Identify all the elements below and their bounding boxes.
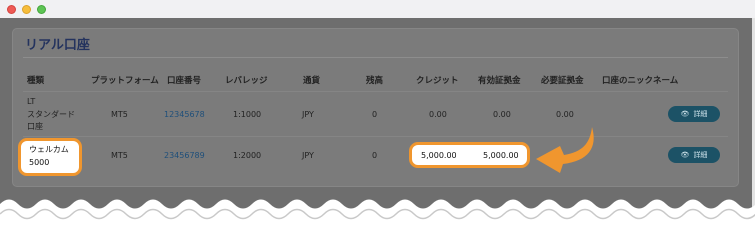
column-header-leverage: レバレッジ	[225, 76, 268, 86]
row-currency: JPY	[302, 151, 314, 160]
row-equity: 0.00	[493, 110, 511, 119]
eye-icon: 👁	[680, 110, 690, 118]
row-balance: 0	[372, 110, 378, 119]
header-divider	[23, 91, 728, 92]
row-leverage: 1:1000	[233, 110, 262, 119]
row-credit: 5,000.00	[421, 151, 457, 160]
close-window-button[interactable]	[7, 5, 16, 14]
row-divider	[23, 136, 728, 137]
panel-divider	[23, 57, 728, 58]
account-type-highlight: ウェルカム 5000	[18, 138, 82, 176]
row-leverage: 1:2000	[233, 151, 262, 160]
details-button-label: 詳細	[693, 151, 708, 159]
app-window: リアル口座 種類 プラットフォーム 口座番号 レバレッジ 通貨 残高 クレジット…	[0, 0, 755, 240]
row-balance: 0	[372, 151, 378, 160]
column-header-platform: プラットフォーム	[91, 76, 159, 86]
row-type-line: LT	[27, 97, 36, 106]
row-account-number-link[interactable]: 12345678	[164, 110, 205, 119]
row-credit: 0.00	[429, 110, 447, 119]
real-accounts-panel: リアル口座 種類 プラットフォーム 口座番号 レバレッジ 通貨 残高 クレジット…	[12, 28, 739, 187]
minimize-window-button[interactable]	[22, 5, 31, 14]
row-account-number-link[interactable]: 23456789	[164, 151, 205, 160]
row-required-margin: 0.00	[556, 110, 574, 119]
row-type-line: スタンダード	[27, 110, 75, 119]
details-button[interactable]: 👁 詳細	[668, 147, 720, 163]
row-type-line: ウェルカム	[29, 145, 69, 154]
column-header-nickname: 口座のニックネーム	[602, 76, 679, 86]
details-button-label: 詳細	[693, 110, 708, 118]
row-type-line: 5000	[29, 158, 50, 167]
column-header-equity: 有効証拠金	[478, 76, 521, 86]
column-header-type: 種類	[27, 76, 45, 86]
row-platform: MT5	[111, 110, 128, 119]
details-button[interactable]: 👁 詳細	[668, 106, 720, 122]
row-equity: 5,000.00	[483, 151, 519, 160]
credit-equity-highlight: 5,000.00 5,000.00	[409, 142, 530, 168]
row-type-line: 口座	[27, 122, 43, 131]
zoom-window-button[interactable]	[37, 5, 46, 14]
window-titlebar	[0, 0, 755, 19]
orange-arrow-icon	[536, 127, 594, 173]
column-header-currency: 通貨	[303, 76, 321, 86]
column-header-required-margin: 必要証拠金	[541, 76, 584, 86]
row-currency: JPY	[302, 110, 314, 119]
torn-edge	[0, 199, 755, 240]
panel-title: リアル口座	[25, 38, 90, 53]
column-header-balance: 残高	[366, 76, 384, 86]
column-header-account-number: 口座番号	[167, 76, 202, 86]
eye-icon: 👁	[680, 151, 690, 159]
row-platform: MT5	[111, 151, 128, 160]
column-header-credit: クレジット	[416, 76, 459, 86]
